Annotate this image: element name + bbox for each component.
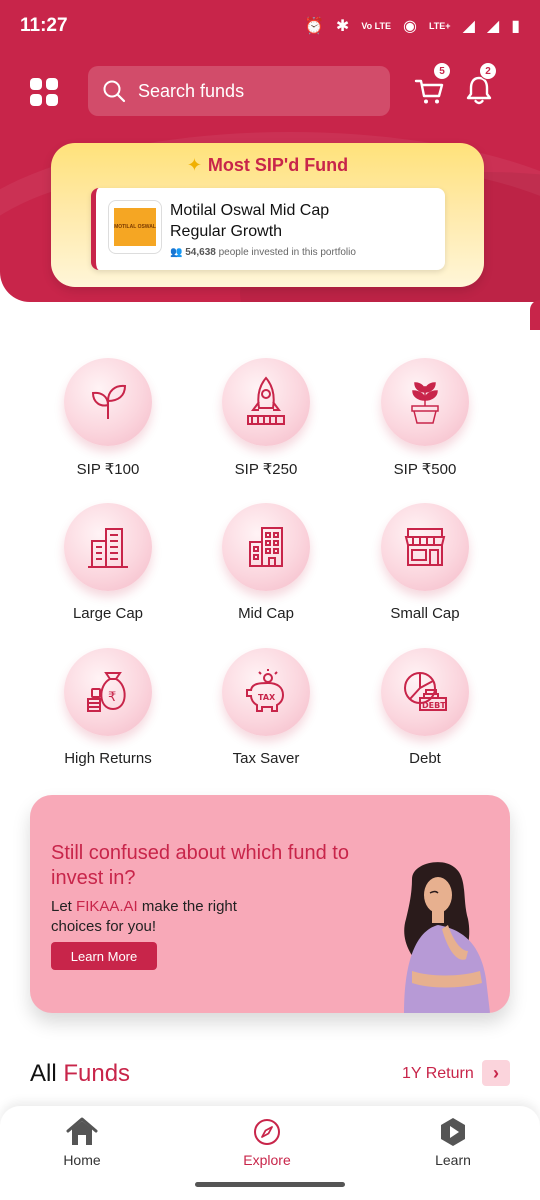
notifications-button[interactable]: 2 — [464, 62, 497, 106]
category-label: SIP ₹100 — [76, 461, 140, 478]
cart-icon — [414, 79, 444, 104]
status-icons: ⏰ ✱ Vo LTE ◉ LTE+ ◢ ◢ ▮ — [304, 16, 520, 36]
category-label: Large Cap — [72, 605, 144, 622]
fund-logo-image: MOTILAL OSWAL — [114, 208, 156, 246]
shop-icon — [381, 503, 469, 591]
hotspot-icon: ◉ — [403, 18, 417, 35]
alarm-icon: ⏰ — [304, 18, 324, 35]
most-sipd-card[interactable]: ✦ Most SIP'd Fund MOTILAL OSWAL Motilal O… — [51, 143, 484, 287]
search-placeholder: Search funds — [138, 80, 245, 101]
nav-label: Home — [63, 1152, 101, 1168]
fund-logo: MOTILAL OSWAL — [108, 200, 162, 254]
nav-explore[interactable]: Explore — [212, 1116, 322, 1168]
svg-text:TAX: TAX — [258, 693, 276, 702]
cart-button[interactable]: 5 — [414, 62, 451, 106]
category-label: High Returns — [64, 750, 152, 767]
sparkle-icon: ✦ — [186, 155, 202, 175]
status-bar: 11:27 ⏰ ✱ Vo LTE ◉ LTE+ ◢ ◢ ▮ — [0, 0, 540, 52]
potted-plant-icon — [381, 358, 469, 446]
category-tax-saver[interactable]: TAX Tax Saver — [186, 648, 346, 767]
featured-fund-name: Motilal Oswal Mid Cap Regular Growth — [170, 202, 330, 240]
learn-more-button[interactable]: Learn More — [51, 942, 157, 970]
play-hexagon-icon — [437, 1116, 469, 1148]
sort-chevron-right-icon[interactable]: › — [482, 1060, 510, 1086]
notification-count-badge: 2 — [479, 62, 497, 80]
category-large-cap[interactable]: Large Cap — [28, 503, 188, 622]
sort-return-label[interactable]: 1Y Return — [402, 1065, 474, 1083]
plant-icon — [64, 358, 152, 446]
fikaa-promo-card: Still confused about which fund to inves… — [30, 795, 510, 1013]
category-label: Tax Saver — [232, 750, 300, 767]
category-sip-500[interactable]: SIP ₹500 — [345, 358, 505, 478]
debt-chart-icon: DEBT — [381, 648, 469, 736]
category-sip-250[interactable]: SIP ₹250 — [186, 358, 346, 478]
nav-label: Learn — [435, 1152, 471, 1168]
signal-icon-2: ◢ — [486, 18, 500, 35]
people-icon: 👥 — [170, 247, 183, 258]
signal-icon: ◢ — [462, 18, 475, 35]
category-mid-cap[interactable]: Mid Cap — [186, 503, 346, 622]
svg-text:DEBT: DEBT — [422, 701, 446, 710]
bluetooth-icon: ✱ — [335, 18, 350, 35]
thinking-woman-illustration — [404, 862, 490, 1013]
most-sipd-title: ✦ Most SIP'd Fund — [186, 155, 349, 175]
category-label: Small Cap — [390, 605, 460, 622]
building-icon — [222, 503, 310, 591]
menu-grid-icon[interactable] — [30, 78, 58, 106]
svg-text:₹: ₹ — [108, 690, 116, 705]
category-label: SIP ₹500 — [393, 461, 457, 478]
gesture-bar — [195, 1182, 345, 1187]
nav-learn[interactable]: Learn — [398, 1116, 508, 1168]
category-label: SIP ₹250 — [234, 461, 298, 478]
all-funds-heading: All Funds — [30, 1060, 131, 1087]
home-icon — [66, 1116, 98, 1148]
nav-label: Explore — [243, 1152, 291, 1168]
category-sip-100[interactable]: SIP ₹100 — [28, 358, 188, 478]
category-debt[interactable]: DEBT Debt — [345, 648, 505, 767]
nav-home[interactable]: Home — [27, 1116, 137, 1168]
promo-title: Still confused about which fund to inves… — [51, 842, 349, 889]
investor-count-text: 👥 54,638 people invested in this portfol… — [170, 247, 356, 258]
lte-label: LTE+ — [428, 20, 451, 31]
status-time: 11:27 — [20, 15, 68, 36]
category-label: Mid Cap — [238, 605, 294, 622]
piggy-bank-icon: TAX — [222, 648, 310, 736]
search-icon — [103, 80, 126, 103]
compass-icon — [251, 1116, 283, 1148]
header-edge — [530, 300, 540, 330]
category-high-returns[interactable]: ₹ High Returns — [28, 648, 188, 767]
money-bag-icon: ₹ — [64, 648, 152, 736]
promo-subtitle: Let FIKAA.AI make the right choices for … — [51, 898, 237, 935]
search-input[interactable]: Search funds — [88, 66, 390, 116]
volte-label: Vo LTE — [361, 20, 391, 31]
rocket-icon — [222, 358, 310, 446]
category-label: Debt — [409, 750, 441, 767]
battery-icon: ▮ — [511, 18, 520, 35]
skyscraper-icon — [64, 503, 152, 591]
cart-count-badge: 5 — [433, 62, 451, 80]
featured-fund-tile[interactable]: MOTILAL OSWAL Motilal Oswal Mid Cap Regu… — [91, 188, 445, 270]
category-small-cap[interactable]: Small Cap — [345, 503, 505, 622]
